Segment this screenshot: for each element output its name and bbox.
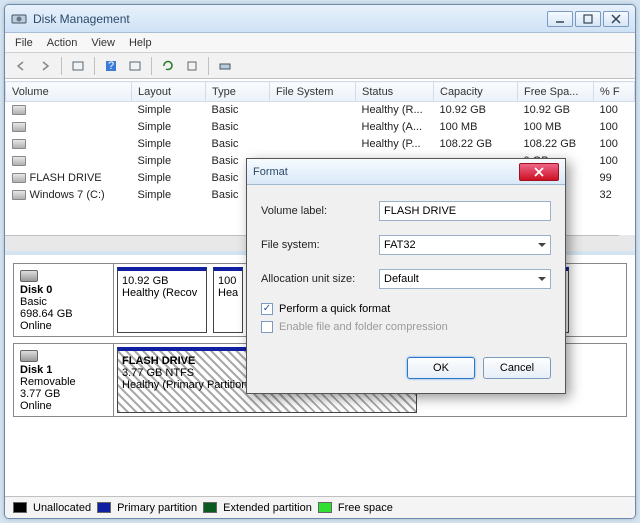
format-dialog: Format Volume label: File system: FAT32 … bbox=[246, 158, 566, 394]
dialog-close-button[interactable] bbox=[519, 163, 559, 181]
toolbar-icon[interactable] bbox=[215, 56, 235, 76]
maximize-button[interactable] bbox=[575, 11, 601, 27]
compression-checkbox: Enable file and folder compression bbox=[261, 321, 551, 333]
back-button[interactable] bbox=[11, 56, 31, 76]
disk-header[interactable]: Disk 0Basic698.64 GBOnline bbox=[14, 264, 114, 336]
compression-label: Enable file and folder compression bbox=[279, 321, 448, 333]
minimize-button[interactable] bbox=[547, 11, 573, 27]
partition[interactable]: 10.92 GBHealthy (Recov bbox=[117, 267, 207, 333]
col-status[interactable]: Status bbox=[356, 82, 434, 102]
col-capacity[interactable]: Capacity bbox=[434, 82, 518, 102]
checkbox-icon bbox=[261, 321, 273, 333]
partition[interactable]: 100Hea bbox=[213, 267, 243, 333]
legend-swatch-primary bbox=[97, 502, 111, 513]
file-system-label: File system: bbox=[261, 239, 379, 251]
table-row[interactable]: SimpleBasicHealthy (R...10.92 GB10.92 GB… bbox=[6, 102, 635, 119]
volume-label-input[interactable] bbox=[379, 201, 551, 221]
forward-button[interactable] bbox=[35, 56, 55, 76]
legend-label: Extended partition bbox=[223, 502, 312, 514]
volume-label-label: Volume label: bbox=[261, 205, 379, 217]
legend-swatch-extended bbox=[203, 502, 217, 513]
volume-icon bbox=[12, 173, 26, 183]
app-icon bbox=[11, 11, 27, 27]
disk-icon bbox=[20, 270, 38, 282]
col-fs[interactable]: File System bbox=[270, 82, 356, 102]
legend-swatch-unalloc bbox=[13, 502, 27, 513]
scroll-corner bbox=[619, 235, 635, 251]
legend-label: Primary partition bbox=[117, 502, 197, 514]
legend-label: Free space bbox=[338, 502, 393, 514]
allocation-select[interactable]: Default bbox=[379, 269, 551, 289]
ok-button[interactable]: OK bbox=[407, 357, 475, 379]
titlebar: Disk Management bbox=[5, 5, 635, 33]
file-system-select[interactable]: FAT32 bbox=[379, 235, 551, 255]
checkbox-icon bbox=[261, 303, 273, 315]
col-free[interactable]: Free Spa... bbox=[518, 82, 594, 102]
volume-icon bbox=[12, 122, 26, 132]
dialog-title: Format bbox=[253, 166, 519, 178]
cancel-button[interactable]: Cancel bbox=[483, 357, 551, 379]
volume-icon bbox=[12, 139, 26, 149]
col-layout[interactable]: Layout bbox=[132, 82, 206, 102]
toolbar-icon[interactable] bbox=[68, 56, 88, 76]
volume-icon bbox=[12, 156, 26, 166]
table-row[interactable]: SimpleBasicHealthy (A...100 MB100 MB100 bbox=[6, 119, 635, 136]
table-row[interactable]: SimpleBasicHealthy (P...108.22 GB108.22 … bbox=[6, 136, 635, 153]
col-type[interactable]: Type bbox=[206, 82, 270, 102]
disk-header[interactable]: Disk 1Removable3.77 GBOnline bbox=[14, 344, 114, 416]
window-title: Disk Management bbox=[33, 12, 547, 26]
menu-action[interactable]: Action bbox=[47, 37, 78, 49]
toolbar: ? bbox=[5, 53, 635, 79]
toolbar-icon[interactable] bbox=[182, 56, 202, 76]
close-icon bbox=[533, 167, 545, 177]
quick-format-label: Perform a quick format bbox=[279, 303, 390, 315]
legend-label: Unallocated bbox=[33, 502, 91, 514]
toolbar-icon[interactable] bbox=[125, 56, 145, 76]
dialog-titlebar: Format bbox=[247, 159, 565, 185]
refresh-icon[interactable] bbox=[158, 56, 178, 76]
allocation-label: Allocation unit size: bbox=[261, 273, 379, 285]
menubar: File Action View Help bbox=[5, 33, 635, 53]
disk-icon bbox=[20, 350, 38, 362]
volume-icon bbox=[12, 190, 26, 200]
menu-view[interactable]: View bbox=[91, 37, 115, 49]
close-button[interactable] bbox=[603, 11, 629, 27]
quick-format-checkbox[interactable]: Perform a quick format bbox=[261, 303, 551, 315]
volume-icon bbox=[12, 105, 26, 115]
menu-file[interactable]: File bbox=[15, 37, 33, 49]
col-pct[interactable]: % F bbox=[594, 82, 635, 102]
menu-help[interactable]: Help bbox=[129, 37, 152, 49]
legend-swatch-free bbox=[318, 502, 332, 513]
legend: Unallocated Primary partition Extended p… bbox=[5, 496, 635, 518]
help-icon[interactable]: ? bbox=[101, 56, 121, 76]
svg-text:?: ? bbox=[108, 60, 114, 72]
col-volume[interactable]: Volume bbox=[6, 82, 132, 102]
